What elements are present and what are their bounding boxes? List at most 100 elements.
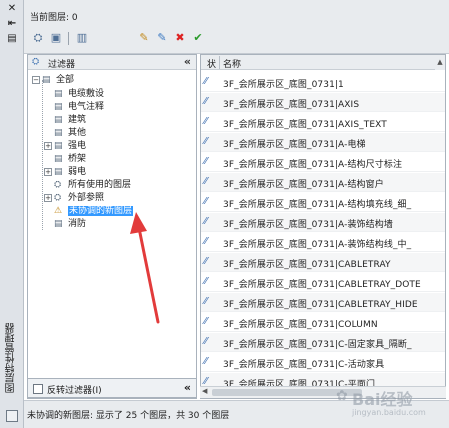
tree-node-cable-laying[interactable]: ▤ 电缆敷设 [54, 88, 104, 100]
set-current-icon[interactable]: ✔ [190, 30, 206, 46]
layer-status-icon: ⁄⁄ [204, 276, 208, 287]
new-group-filter-icon[interactable]: ▣ [48, 30, 64, 46]
collapse-footer-icon[interactable]: « [184, 381, 191, 394]
layer-name: 3F_会所展示区_底图_0731|A-装饰结构墙 [223, 220, 393, 230]
property-filter-icon: ⛭ [54, 179, 62, 190]
layer-status-icon: ⁄⁄ [204, 96, 208, 107]
tree-node-other[interactable]: ▤ 其他 [54, 127, 86, 139]
layer-list-header: 状 名称 ▲ [201, 55, 445, 70]
layer-status-icon: ⁄⁄ [204, 256, 208, 267]
filter-panel: ⛭ 过滤器 « − ▤ 全部 ▤ 电缆敷设 ▤ 电气注释 ▤ 建筑 ▤ 其他 + ▤ 强电 ▤ 桥… [27, 54, 197, 399]
paw-logo-icon: ✿ [336, 388, 348, 404]
layer-name: 3F_会所展示区_底图_0731|CABLETRAY_DOTE [223, 280, 421, 290]
layer-name: 3F_会所展示区_底图_0731|A-结构窗户 [223, 180, 384, 190]
layer-name: 3F_会所展示区_底图_0731|A-结构尺寸标注 [223, 160, 403, 170]
layer-row[interactable]: ⁄⁄ 3F_会所展示区_底图_0731|C-固定家具_隔断_ [201, 333, 445, 352]
layer-status-icon: ⁄⁄ [204, 216, 208, 227]
new-property-filter-icon[interactable]: ⛭ [30, 30, 46, 46]
new-layer-vp-frozen-icon[interactable]: ✎ [154, 30, 170, 46]
layer-name: 3F_会所展示区_底图_0731|1 [223, 80, 344, 90]
layer-name: 3F_会所展示区_底图_0731|AXIS_TEXT [223, 120, 387, 130]
filter-panel-title: 过滤器 [48, 60, 76, 70]
close-icon[interactable]: ✕ [5, 3, 19, 15]
layer-status-icon: ⁄⁄ [204, 76, 208, 87]
layer-row[interactable]: ⁄⁄ 3F_会所展示区_底图_0731|A-结构填充线_细_ [201, 193, 445, 212]
layer-row[interactable]: ⁄⁄ 3F_会所展示区_底图_0731|A-装饰结构线_中_ [201, 233, 445, 252]
layer-row[interactable]: ⁄⁄ 3F_会所展示区_底图_0731|CABLETRAY_DOTE [201, 273, 445, 292]
layer-name: 3F_会所展示区_底图_0731|CABLETRAY [223, 260, 391, 270]
layer-row[interactable]: ⁄⁄ 3F_会所展示区_底图_0731|1 [201, 73, 445, 92]
palette-settings-icon[interactable] [6, 410, 18, 422]
tree-node-all[interactable]: − ▤ 全部 [32, 74, 74, 86]
toolbar: ⛭ ▣ ▥ ✎ ✎ ✖ ✔ [28, 30, 443, 48]
autohide-icon[interactable]: ⇤ [5, 18, 19, 30]
layer-name: 3F_会所展示区_底图_0731|COLUMN [223, 320, 378, 330]
layer-name: 3F_会所展示区_底图_0731|C-固定家具_隔断_ [223, 340, 412, 350]
scroll-left-icon[interactable]: ◀ [202, 387, 207, 395]
layer-status-icon: ⁄⁄ [204, 196, 208, 207]
layer-row[interactable]: ⁄⁄ 3F_会所展示区_底图_0731|CABLETRAY [201, 253, 445, 272]
tree-node-architecture[interactable]: ▤ 建筑 [54, 114, 86, 126]
layer-status-icon: ⁄⁄ [204, 296, 208, 307]
tree-node-unreconciled-layers[interactable]: ⚠ 未协调的新图层 [54, 205, 134, 217]
layer-status-icon: ⁄⁄ [204, 336, 208, 347]
layer-row[interactable]: ⁄⁄ 3F_会所展示区_底图_0731|A-电梯 [201, 133, 445, 152]
column-name[interactable]: 名称 [223, 57, 241, 70]
expand-icon[interactable]: + [44, 141, 52, 150]
group-filter-icon: ▤ [54, 153, 63, 164]
group-filter-icon: ▤ [54, 140, 63, 151]
layer-row[interactable]: ⁄⁄ 3F_会所展示区_底图_0731|A-结构窗户 [201, 173, 445, 192]
layer-status-icon: ⁄⁄ [204, 236, 208, 247]
toolbar-separator [68, 32, 69, 45]
layer-name: 3F_会所展示区_底图_0731|C-活动家具 [223, 360, 385, 370]
layer-name: 3F_会所展示区_底图_0731|CABLETRAY_HIDE [223, 300, 418, 310]
properties-icon[interactable]: ▤ [5, 33, 19, 45]
filter-panel-footer: 反转过滤器(I) « [27, 378, 197, 398]
column-separator [219, 56, 220, 69]
tree-node-weak-current[interactable]: + ▤ 弱电 [44, 166, 86, 178]
header: 当前图层: 0 ⛭ ▣ ▥ ✎ ✎ ✖ ✔ [24, 0, 449, 54]
new-layer-icon[interactable]: ✎ [136, 30, 152, 46]
expand-icon[interactable]: + [44, 167, 52, 176]
tree-node-all-used-layers[interactable]: ⛭ 所有使用的图层 [54, 179, 131, 191]
scroll-up-icon[interactable]: ▲ [435, 55, 445, 70]
column-status[interactable]: 状 [207, 57, 216, 70]
layer-name: 3F_会所展示区_底图_0731|A-结构填充线_细_ [223, 200, 412, 210]
tree-node-electrical-notes[interactable]: ▤ 电气注释 [54, 101, 104, 113]
layer-status-icon: ⁄⁄ [204, 176, 208, 187]
watermark: ✿ Bai经验 jingyan.baidu.com [336, 386, 436, 422]
tree-node-fire-protection[interactable]: ▤ 消防 [54, 218, 86, 230]
group-filter-icon: ▤ [54, 218, 63, 229]
group-filter-icon: ▤ [54, 114, 63, 125]
layer-row[interactable]: ⁄⁄ 3F_会所展示区_底图_0731|COLUMN [201, 313, 445, 332]
layer-row[interactable]: ⁄⁄ 3F_会所展示区_底图_0731|C-活动家具 [201, 353, 445, 372]
delete-layer-icon[interactable]: ✖ [172, 30, 188, 46]
layer-name: 3F_会所展示区_底图_0731|A-电梯 [223, 140, 366, 150]
filter-icon: ⛭ [32, 57, 40, 67]
current-layer-label: 当前图层: 0 [30, 13, 78, 23]
layer-row[interactable]: ⁄⁄ 3F_会所展示区_底图_0731|A-装饰结构墙 [201, 213, 445, 232]
invert-filter-checkbox[interactable] [33, 384, 43, 394]
layer-status-icon: ⁄⁄ [204, 116, 208, 127]
layer-states-manager-icon[interactable]: ▥ [74, 30, 90, 46]
group-filter-icon: ▤ [54, 88, 63, 99]
tree-node-cable-tray[interactable]: ▤ 桥架 [54, 153, 86, 165]
status-text: 未协调的新图层: 显示了 25 个图层，共 30 个图层 [27, 411, 230, 421]
layer-row[interactable]: ⁄⁄ 3F_会所展示区_底图_0731|AXIS [201, 93, 445, 112]
tree-node-strong-current[interactable]: + ▤ 强电 [44, 140, 86, 152]
collapse-filter-panel-icon[interactable]: « [184, 55, 191, 69]
palette-title: 图层特性管理器 [6, 323, 17, 393]
tree-node-xref[interactable]: + ⛭ 外部参照 [44, 192, 104, 204]
group-filter-icon: ▤ [54, 166, 63, 177]
property-filter-icon: ⛭ [54, 192, 62, 203]
palette-title-strip: ✕ ⇤ ▤ 图层特性管理器 [0, 0, 24, 428]
layer-filter-icon: ▤ [42, 74, 51, 85]
layer-name: 3F_会所展示区_底图_0731|A-装饰结构线_中_ [223, 240, 412, 250]
layer-row[interactable]: ⁄⁄ 3F_会所展示区_底图_0731|A-结构尺寸标注 [201, 153, 445, 172]
layer-row[interactable]: ⁄⁄ 3F_会所展示区_底图_0731|AXIS_TEXT [201, 113, 445, 132]
expand-icon[interactable]: + [44, 193, 52, 202]
group-filter-icon: ▤ [54, 101, 63, 112]
collapse-icon[interactable]: − [32, 75, 40, 84]
layer-status-icon: ⁄⁄ [204, 156, 208, 167]
layer-row[interactable]: ⁄⁄ 3F_会所展示区_底图_0731|CABLETRAY_HIDE [201, 293, 445, 312]
